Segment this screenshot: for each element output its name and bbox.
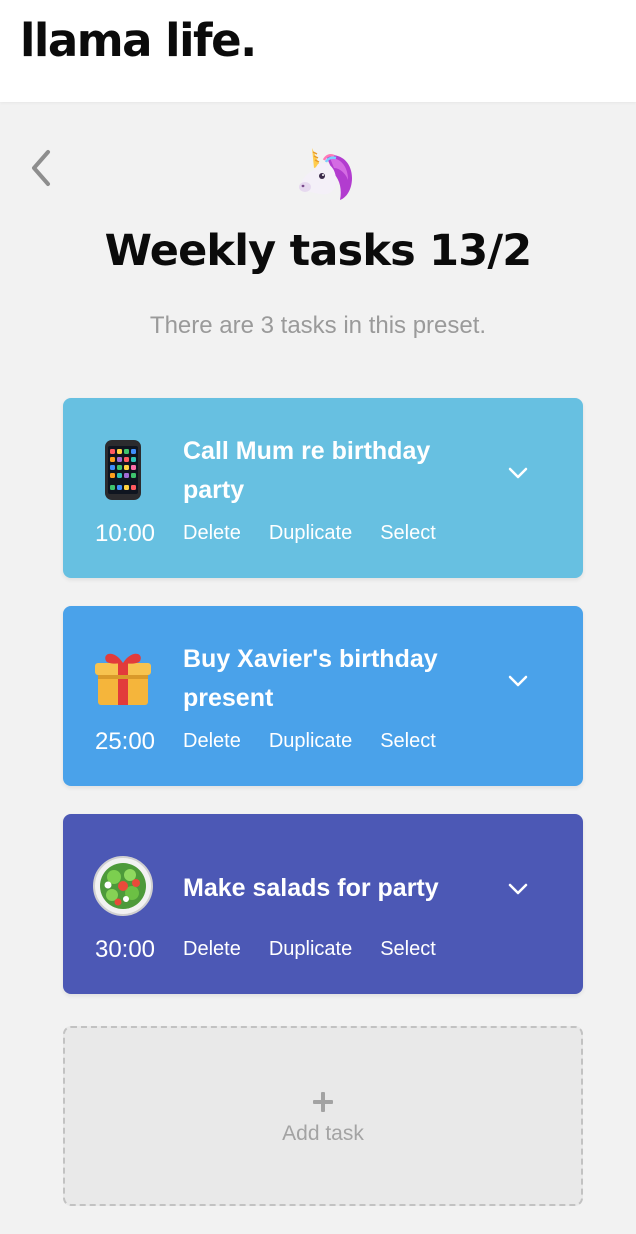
delete-button[interactable]: Delete: [183, 938, 241, 961]
expand-button[interactable]: [503, 874, 533, 904]
add-task-label: Add task: [282, 1122, 364, 1145]
select-button[interactable]: Select: [380, 522, 436, 545]
select-button[interactable]: Select: [380, 938, 436, 961]
duplicate-button[interactable]: Duplicate: [269, 522, 352, 545]
mobile-phone-icon: [87, 434, 159, 506]
task-card[interactable]: Call Mum re birthday party 10:00 Delete …: [63, 398, 583, 578]
page-subtitle: There are 3 tasks in this preset.: [149, 312, 487, 339]
chevron-down-icon: [508, 675, 528, 687]
task-actions: Delete Duplicate Select: [183, 938, 436, 961]
unicorn-icon: [294, 146, 358, 204]
add-task-button[interactable]: Add task: [63, 1026, 583, 1206]
duplicate-button[interactable]: Duplicate: [269, 730, 352, 753]
salad-icon: [87, 850, 159, 922]
select-button[interactable]: Select: [380, 730, 436, 753]
task-title[interactable]: Call Mum re birthday party: [183, 432, 483, 510]
brand-logo[interactable]: llama life.: [20, 14, 257, 67]
plus-icon: [313, 1092, 333, 1112]
task-time[interactable]: 25:00: [85, 728, 165, 756]
task-actions: Delete Duplicate Select: [183, 522, 436, 545]
task-card[interactable]: Make salads for party 30:00 Delete Dupli…: [63, 814, 583, 994]
task-time[interactable]: 10:00: [85, 520, 165, 548]
delete-button[interactable]: Delete: [183, 730, 241, 753]
delete-button[interactable]: Delete: [183, 522, 241, 545]
expand-button[interactable]: [503, 666, 533, 696]
chevron-down-icon: [508, 883, 528, 895]
duplicate-button[interactable]: Duplicate: [269, 938, 352, 961]
task-title[interactable]: Make salads for party: [183, 869, 483, 908]
gift-icon: [87, 642, 159, 714]
task-time[interactable]: 30:00: [85, 936, 165, 964]
top-bar: llama life.: [0, 0, 636, 102]
back-button[interactable]: [26, 146, 56, 190]
task-title[interactable]: Buy Xavier's birthday present: [183, 640, 483, 718]
chevron-down-icon: [508, 467, 528, 479]
expand-button[interactable]: [503, 458, 533, 488]
task-actions: Delete Duplicate Select: [183, 730, 436, 753]
chevron-left-icon: [32, 150, 50, 186]
task-card[interactable]: Buy Xavier's birthday present 25:00 Dele…: [63, 606, 583, 786]
page-title: Weekly tasks 13/2: [104, 226, 533, 276]
